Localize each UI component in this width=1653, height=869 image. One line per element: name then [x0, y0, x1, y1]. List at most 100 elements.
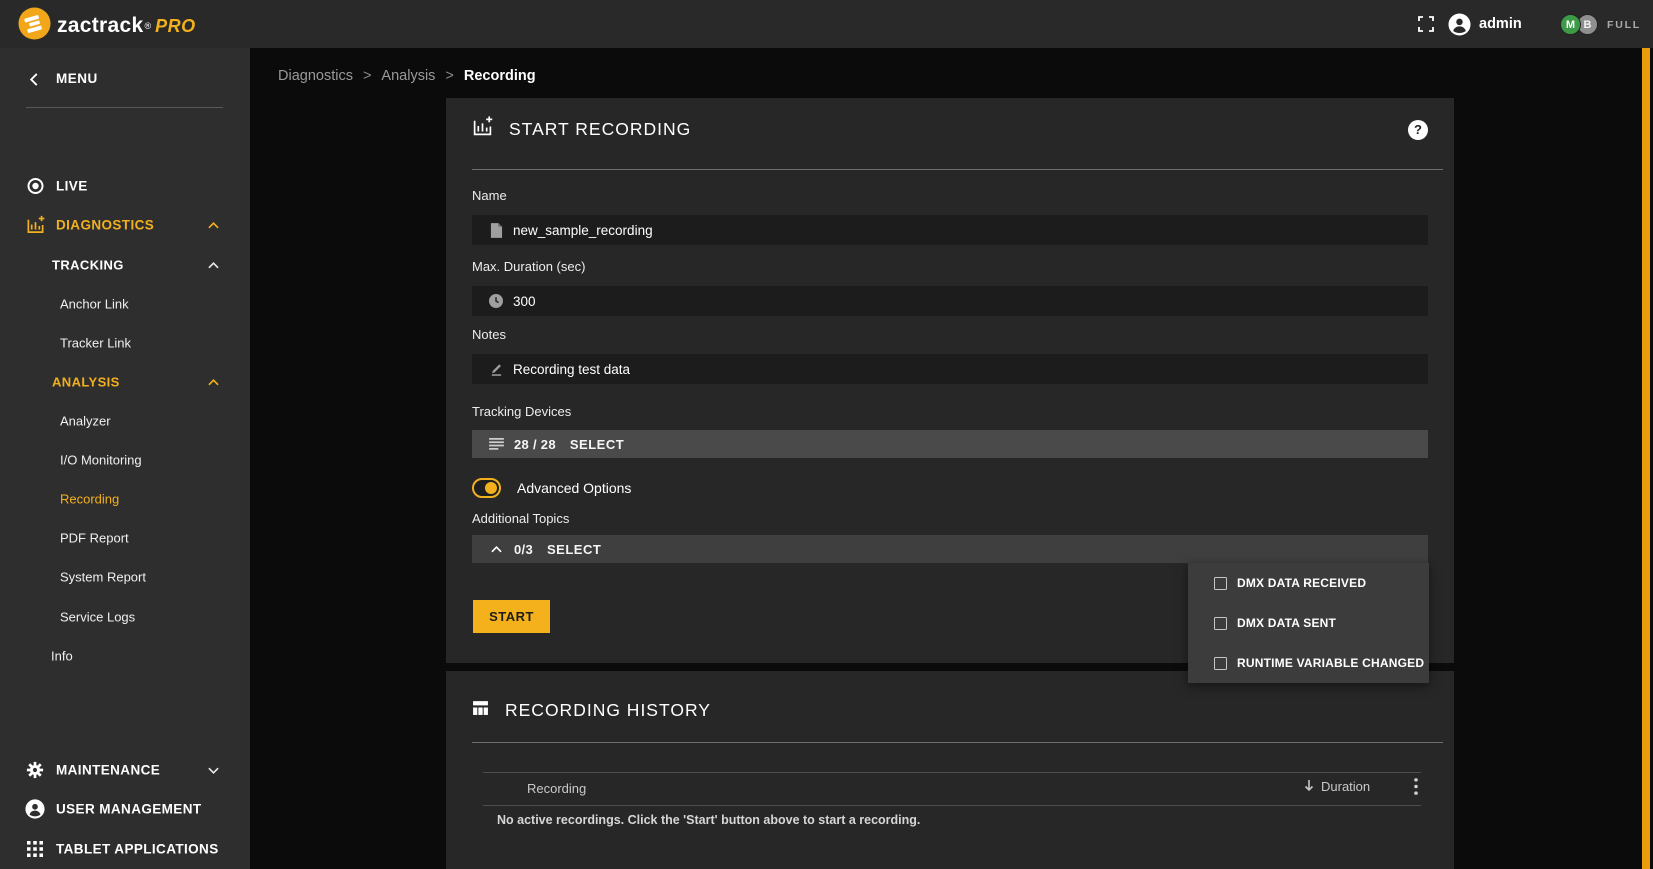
checkbox-unchecked-icon — [1214, 656, 1227, 670]
sidebar-item-tracker-link[interactable]: Tracker Link — [0, 329, 250, 356]
kebab-icon — [1414, 778, 1418, 796]
sidebar-item-pdf-report[interactable]: PDF Report — [0, 524, 250, 551]
chevron-up-icon — [208, 373, 219, 391]
brand-logo: zactrack ® PRO — [18, 7, 196, 45]
sidebar-item-info[interactable]: Info — [0, 642, 250, 669]
name-value: new_sample_recording — [513, 222, 653, 238]
checkbox-unchecked-icon — [1214, 576, 1227, 590]
sidebar-item-system-report[interactable]: System Report — [0, 563, 250, 590]
live-icon — [24, 177, 46, 194]
sidebar-item-tablet-applications[interactable]: TABLET APPLICATIONS — [0, 835, 250, 862]
top-bar: zactrack ® PRO admin M B FULL — [0, 0, 1653, 48]
table-menu-button[interactable] — [1409, 778, 1423, 796]
option-dmx-data-sent[interactable]: DMX DATA SENT — [1188, 603, 1429, 643]
toggle-on-icon — [472, 478, 501, 498]
tracking-devices-select-label: SELECT — [569, 436, 625, 452]
vertical-scrollbar-thumb[interactable] — [1642, 48, 1650, 869]
breadcrumb: Diagnostics > Analysis > Recording — [278, 68, 536, 84]
additional-topics-dropdown: DMX DATA RECEIVED DMX DATA SENT RUNTIME … — [1188, 563, 1429, 683]
empty-state-message: No active recordings. Click the 'Start' … — [497, 813, 921, 827]
additional-topics-select-label: SELECT — [546, 541, 602, 557]
list-icon — [488, 438, 504, 450]
zactrack-app: zactrack ® PRO admin M B FULL MENU LIVE … — [0, 0, 1653, 869]
sidebar-item-anchor-link[interactable]: Anchor Link — [0, 290, 250, 317]
recording-history-panel: RECORDING HISTORY Recording Duration No … — [446, 671, 1454, 869]
table-top-border — [483, 772, 1421, 773]
record-chart-plus-icon — [472, 116, 493, 142]
clock-icon — [488, 294, 504, 308]
column-header-duration[interactable]: Duration — [1297, 779, 1370, 794]
max-duration-label: Max. Duration (sec) — [472, 259, 586, 274]
sidebar-item-tracking[interactable]: TRACKING — [0, 251, 250, 278]
notes-value: Recording test data — [513, 361, 631, 377]
table-columns-icon — [472, 699, 489, 721]
menu-collapse-button[interactable]: MENU — [0, 66, 250, 94]
fullscreen-button[interactable] — [1418, 16, 1434, 32]
panel-title: START RECORDING — [509, 118, 692, 139]
brand-name: zactrack — [57, 14, 144, 37]
sidebar-item-live[interactable]: LIVE — [0, 172, 250, 199]
sidebar-item-analyzer[interactable]: Analyzer — [0, 407, 250, 434]
breadcrumb-separator: > — [445, 68, 454, 84]
notes-label: Notes — [472, 327, 506, 342]
chevron-up-icon — [208, 216, 219, 234]
tracking-devices-select[interactable]: 28 / 28 SELECT — [472, 430, 1428, 458]
notes-field[interactable]: Recording test data — [472, 354, 1428, 384]
chevron-down-icon — [208, 761, 219, 779]
name-label: Name — [472, 188, 507, 203]
sidebar: MENU LIVE DIAGNOSTICS TRACKING Anchor Li… — [0, 48, 250, 869]
sidebar-item-maintenance[interactable]: MAINTENANCE — [0, 756, 250, 783]
grid-icon — [24, 840, 46, 857]
additional-topics-label: Additional Topics — [472, 511, 570, 526]
advanced-options-toggle[interactable]: Advanced Options — [472, 476, 631, 500]
option-dmx-data-received[interactable]: DMX DATA RECEIVED — [1188, 563, 1429, 603]
sidebar-item-recording[interactable]: Recording — [0, 485, 250, 512]
document-icon — [488, 222, 504, 238]
start-button[interactable]: START — [473, 600, 550, 633]
panel-title: RECORDING HISTORY — [505, 699, 711, 720]
breadcrumb-diagnostics[interactable]: Diagnostics — [278, 68, 353, 84]
option-runtime-variable-changed[interactable]: RUNTIME VARIABLE CHANGED — [1188, 643, 1429, 683]
zactrack-logo-icon — [18, 7, 51, 45]
fullscreen-icon — [1418, 16, 1434, 36]
sidebar-divider — [26, 107, 223, 108]
logged-in-user: admin — [1479, 16, 1522, 32]
brand-pro-label: PRO — [155, 15, 196, 36]
tracking-devices-count: 28 / 28 — [514, 436, 556, 452]
status-badge-m: M — [1560, 14, 1581, 35]
additional-topics-select[interactable]: 0/3 SELECT — [472, 535, 1428, 563]
chevron-left-icon — [29, 73, 38, 91]
sidebar-item-io-monitoring[interactable]: I/O Monitoring — [0, 446, 250, 473]
diagnostics-chart-plus-icon — [24, 215, 46, 234]
user-avatar-icon — [1448, 13, 1471, 40]
tracking-devices-label: Tracking Devices — [472, 404, 572, 419]
chevron-up-icon — [208, 256, 219, 274]
table-header-border — [483, 805, 1421, 806]
sidebar-item-analysis[interactable]: ANALYSIS — [0, 368, 250, 395]
user-avatar[interactable] — [1448, 13, 1471, 41]
additional-topics-count: 0/3 — [514, 541, 533, 557]
advanced-options-label: Advanced Options — [517, 480, 632, 496]
breadcrumb-analysis[interactable]: Analysis — [381, 68, 435, 84]
panel-divider — [472, 742, 1443, 743]
sidebar-item-service-logs[interactable]: Service Logs — [0, 603, 250, 630]
chevron-up-icon — [488, 545, 504, 553]
name-field[interactable]: new_sample_recording — [472, 215, 1428, 245]
menu-label: MENU — [56, 71, 98, 86]
mode-label: FULL — [1607, 19, 1642, 31]
sidebar-item-user-management[interactable]: USER MANAGEMENT — [0, 795, 250, 822]
sidebar-item-diagnostics[interactable]: DIAGNOSTICS — [0, 211, 250, 238]
gear-icon — [24, 761, 46, 779]
max-duration-field[interactable]: 300 — [472, 286, 1428, 316]
brand-registered-mark: ® — [144, 21, 152, 31]
breadcrumb-recording: Recording — [463, 68, 536, 84]
help-button[interactable]: ? — [1408, 120, 1428, 140]
pencil-icon — [488, 362, 504, 376]
max-duration-value: 300 — [513, 293, 536, 309]
panel-divider — [472, 169, 1443, 170]
sort-arrow-down-icon — [1304, 779, 1314, 794]
breadcrumb-separator: > — [362, 68, 372, 84]
checkbox-unchecked-icon — [1214, 616, 1227, 630]
column-header-recording: Recording — [527, 781, 587, 796]
person-icon — [24, 798, 46, 819]
